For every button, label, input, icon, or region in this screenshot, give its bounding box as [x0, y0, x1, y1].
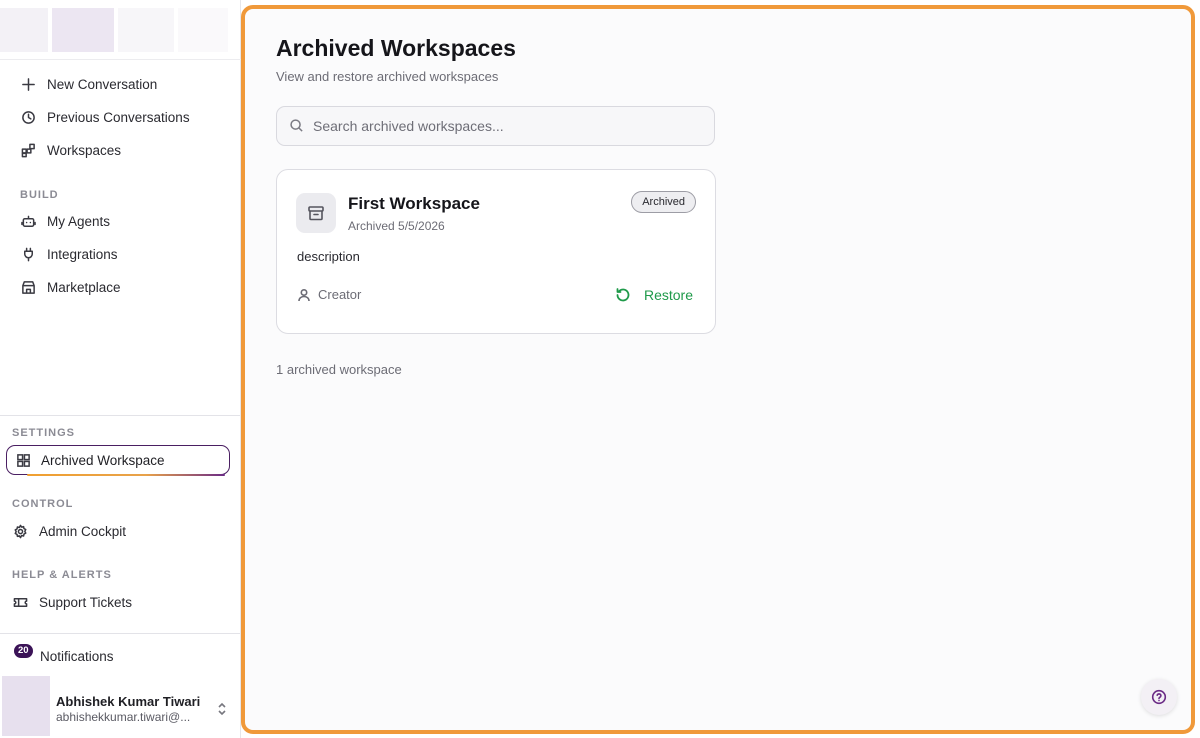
- sidebar-item-admin-cockpit[interactable]: Admin Cockpit: [12, 519, 126, 543]
- user-icon: [297, 288, 311, 302]
- main-content: Archived Workspaces View and restore arc…: [241, 5, 1195, 734]
- sidebar-item-workspaces[interactable]: Workspaces: [20, 138, 121, 162]
- plug-icon: [20, 246, 36, 262]
- logo-area: [0, 0, 241, 60]
- workspace-card: First Workspace Archived 5/5/2026 Archiv…: [276, 169, 716, 334]
- sidebar-item-label: Workspaces: [47, 142, 122, 158]
- section-label-help: HELP & ALERTS: [12, 569, 112, 581]
- section-label-build: BUILD: [20, 189, 59, 201]
- workspace-creator: Creator: [297, 287, 361, 302]
- grid-icon: [15, 452, 31, 468]
- divider: [0, 633, 240, 634]
- logo-image: [118, 8, 174, 52]
- sidebar-item-my-agents[interactable]: My Agents: [20, 209, 110, 233]
- help-button[interactable]: [1141, 679, 1177, 715]
- question-icon: [1151, 689, 1167, 705]
- plus-icon: [20, 76, 36, 92]
- creator-label: Creator: [318, 287, 362, 302]
- sidebar-item-label: Previous Conversations: [47, 109, 190, 125]
- robot-icon: [20, 213, 36, 229]
- notifications-button[interactable]: 20 Notifications: [12, 644, 114, 668]
- avatar: [2, 676, 50, 736]
- section-label-settings: SETTINGS: [12, 427, 76, 439]
- restore-label: Restore: [643, 287, 693, 303]
- logo-image: [178, 8, 228, 52]
- workspace-title: First Workspace: [348, 194, 480, 213]
- logo-image: [0, 8, 48, 52]
- sidebar-item-label: My Agents: [47, 213, 111, 229]
- section-label-control: CONTROL: [12, 498, 74, 510]
- sidebar-item-label: Archived Workspace: [41, 452, 165, 468]
- sidebar: New Conversation Previous Conversations …: [0, 0, 241, 738]
- sidebar-item-previous-conversations[interactable]: Previous Conversations: [20, 105, 190, 129]
- user-email: abhishekkumar.tiwari@...: [56, 710, 191, 724]
- status-badge: Archived: [631, 191, 696, 213]
- notification-count-badge: 20: [14, 644, 33, 658]
- user-menu[interactable]: Abhishek Kumar Tiwari abhishekkumar.tiwa…: [0, 676, 240, 738]
- sidebar-item-integrations[interactable]: Integrations: [20, 242, 118, 266]
- restore-icon: [615, 287, 631, 303]
- sidebar-item-label: New Conversation: [47, 76, 158, 92]
- sidebar-item-label: Support Tickets: [39, 594, 133, 610]
- restore-button[interactable]: Restore: [615, 283, 693, 307]
- logo-image: [52, 8, 114, 52]
- workspaces-icon: [20, 142, 36, 158]
- clock-icon: [20, 109, 36, 125]
- sidebar-item-new-conversation[interactable]: New Conversation: [20, 72, 157, 96]
- user-name: Abhishek Kumar Tiwari: [56, 694, 201, 709]
- sidebar-item-label: Marketplace: [47, 279, 121, 295]
- page-subtitle: View and restore archived workspaces: [276, 69, 499, 84]
- divider: [0, 415, 240, 416]
- sidebar-item-label: Admin Cockpit: [39, 523, 127, 539]
- archived-date: Archived 5/5/2026: [348, 219, 445, 233]
- archived-count: 1 archived workspace: [276, 362, 402, 377]
- search-icon: [289, 118, 305, 134]
- notifications-label: Notifications: [40, 648, 114, 664]
- bell-icon: 20: [12, 644, 36, 666]
- sidebar-item-marketplace[interactable]: Marketplace: [20, 275, 121, 299]
- sidebar-item-label: Integrations: [47, 246, 118, 262]
- gear-icon: [12, 523, 28, 539]
- page-title: Archived Workspaces: [276, 35, 516, 61]
- search-input[interactable]: [313, 118, 693, 134]
- sidebar-item-archived-workspace[interactable]: Archived Workspace: [6, 445, 230, 476]
- search-box[interactable]: [276, 106, 715, 146]
- archive-icon: [296, 193, 336, 233]
- ticket-icon: [12, 594, 28, 610]
- sidebar-item-support-tickets[interactable]: Support Tickets: [12, 590, 132, 614]
- chevron-up-down-icon[interactable]: [215, 700, 229, 718]
- workspace-description: description: [297, 249, 360, 264]
- store-icon: [20, 279, 36, 295]
